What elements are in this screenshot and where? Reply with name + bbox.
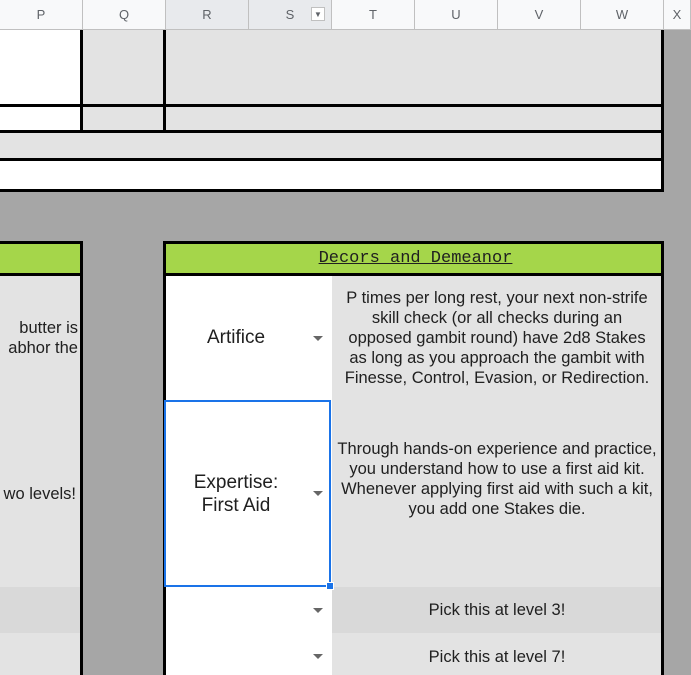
- column-header-t[interactable]: T: [332, 0, 415, 30]
- description-cell-level3[interactable]: Pick this at level 3!: [332, 587, 662, 633]
- column-header-s[interactable]: S ▼: [249, 0, 332, 30]
- column-header-p[interactable]: P: [0, 0, 83, 30]
- top-border-h2: [0, 130, 664, 133]
- left-panel-row2[interactable]: wo levels!: [0, 401, 82, 587]
- left-panel-border-right: [80, 241, 83, 675]
- name-cell-artifice[interactable]: Artifice: [166, 275, 332, 401]
- left-panel-row1[interactable]: butter is abhor the: [0, 274, 82, 401]
- top-cell-white[interactable]: [0, 30, 82, 105]
- right-panel-header[interactable]: Decors and Demeanor: [164, 243, 663, 274]
- column-letter: R: [202, 7, 212, 22]
- left-panel-border-header: [0, 273, 83, 276]
- column-letter: U: [451, 7, 461, 22]
- column-letter: X: [672, 7, 682, 22]
- dropdown-chevron-icon[interactable]: [313, 608, 323, 613]
- column-header-x[interactable]: X: [664, 0, 691, 30]
- column-header-q[interactable]: Q: [83, 0, 166, 30]
- column-header-v[interactable]: V: [498, 0, 581, 30]
- top-border-h3: [0, 158, 664, 161]
- column-letter: V: [534, 7, 544, 22]
- column-header-r[interactable]: R: [166, 0, 249, 30]
- column-header-u[interactable]: U: [415, 0, 498, 30]
- column-letter: T: [369, 7, 377, 22]
- right-panel-border-right: [661, 241, 664, 675]
- left-panel-row3[interactable]: [0, 587, 82, 633]
- top-row2-white[interactable]: [0, 105, 82, 132]
- description-cell-level7[interactable]: Pick this at level 7!: [332, 633, 662, 675]
- right-panel-border-top: [163, 241, 664, 244]
- cell-selection-outline[interactable]: [164, 400, 331, 587]
- top-row2-gray[interactable]: [82, 105, 663, 132]
- top-row4-white[interactable]: [0, 160, 663, 192]
- dropdown-chevron-icon[interactable]: [313, 336, 323, 341]
- selection-fill-handle[interactable]: [326, 582, 334, 590]
- left-panel-row4[interactable]: [0, 633, 82, 675]
- name-artifice: Artifice: [206, 327, 266, 348]
- top-border-h1: [0, 104, 664, 107]
- name-cell-row4[interactable]: [166, 633, 332, 675]
- column-letter: Q: [118, 7, 130, 22]
- column-letter: W: [615, 7, 629, 22]
- left-panel-border-top: [0, 241, 83, 244]
- top-border-v1: [80, 30, 83, 132]
- top-border-right: [661, 30, 664, 192]
- column-letter: P: [36, 7, 46, 22]
- description-cell-artifice[interactable]: P times per long rest, your next non-str…: [332, 275, 662, 401]
- filter-icon[interactable]: ▼: [311, 7, 325, 21]
- column-letter: S: [285, 7, 295, 22]
- column-header-w[interactable]: W: [581, 0, 664, 30]
- right-panel-border-header: [163, 273, 664, 276]
- dropdown-chevron-icon[interactable]: [313, 654, 323, 659]
- top-cell-gray-rw[interactable]: [164, 30, 663, 105]
- top-border-v2: [163, 30, 166, 132]
- top-border-h4: [0, 189, 664, 192]
- left-panel-header[interactable]: [0, 243, 82, 274]
- right-panel-title: Decors and Demeanor: [318, 249, 513, 268]
- name-cell-row3[interactable]: [166, 587, 332, 633]
- description-cell-expertise[interactable]: Through hands-on experience and practice…: [332, 401, 662, 587]
- top-row3-gray[interactable]: [0, 132, 663, 160]
- column-header-bar: P Q R S ▼ T U V W X: [0, 0, 691, 30]
- top-cell-gray-q[interactable]: [82, 30, 164, 105]
